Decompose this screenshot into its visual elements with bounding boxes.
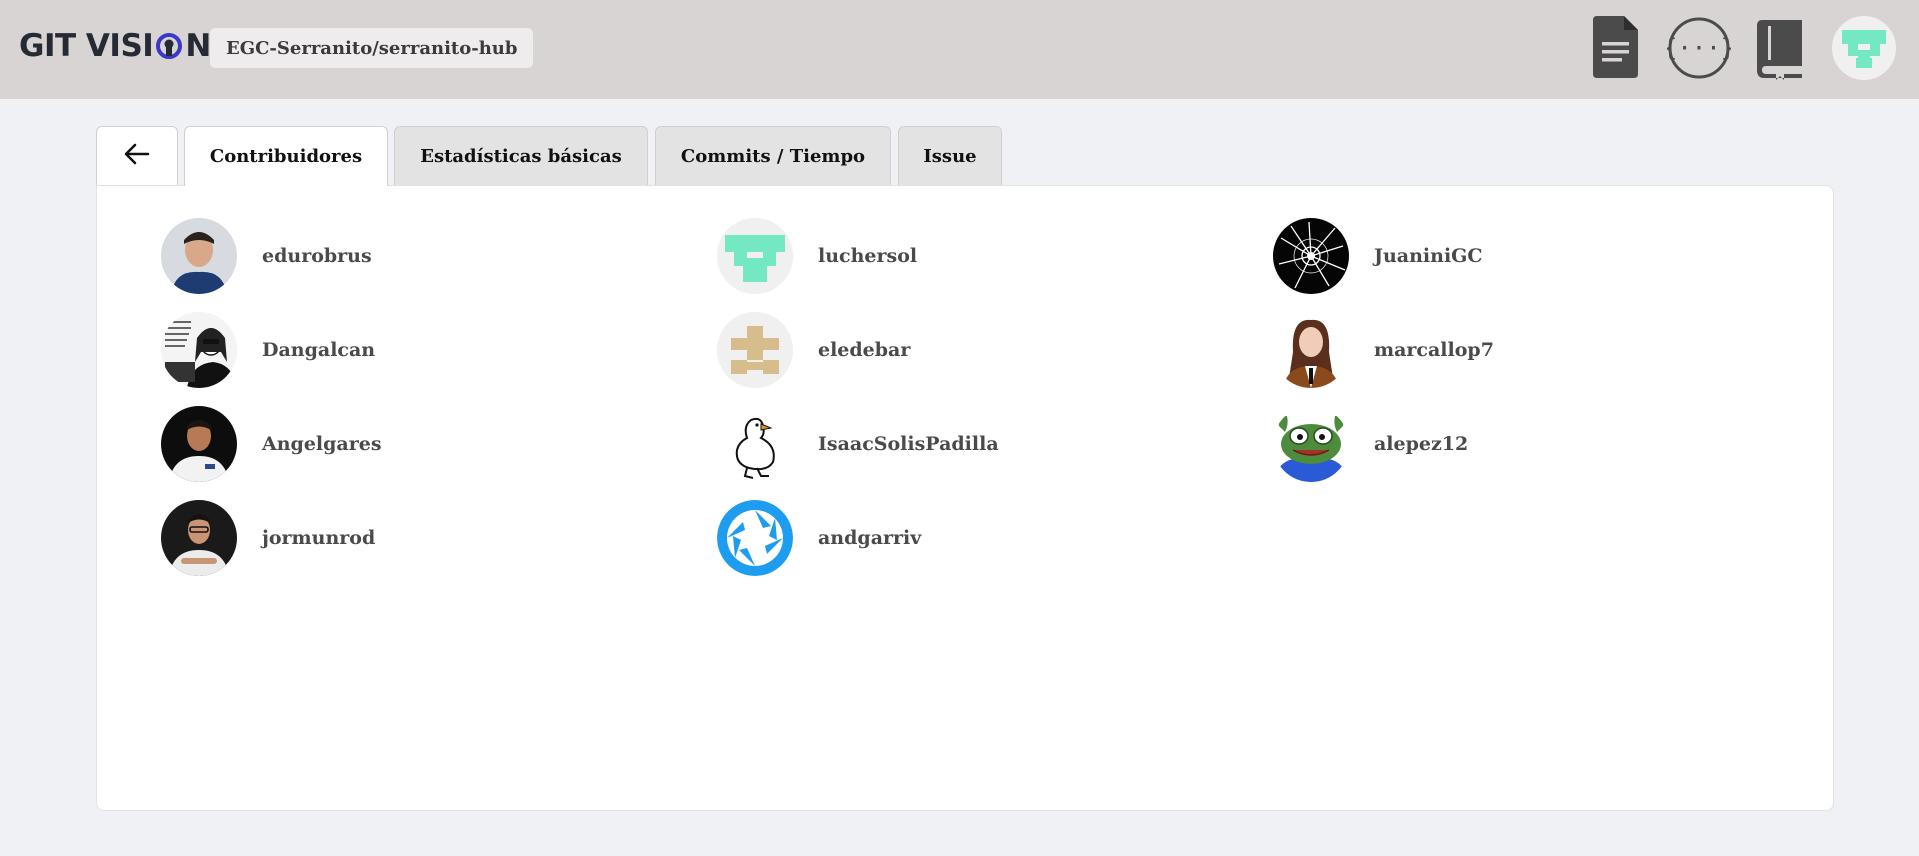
- api-braces-icon[interactable]: {···}: [1667, 16, 1731, 80]
- contributor-item[interactable]: alepez12: [1273, 406, 1468, 482]
- contributor-name: alepez12: [1374, 433, 1469, 455]
- contributors-panel: edurobrus luchersol JuaniniGC Dangalcan …: [96, 185, 1834, 811]
- tab-issue[interactable]: Issue: [898, 126, 1002, 185]
- contributor-name: luchersol: [818, 245, 918, 267]
- avatar-photo: [1273, 312, 1349, 388]
- svg-text:{···}: {···}: [1667, 34, 1731, 62]
- contributor-item[interactable]: edurobrus: [161, 218, 372, 294]
- document-icon[interactable]: [1592, 14, 1640, 80]
- avatar-identicon: [717, 218, 793, 294]
- contributor-name: eledebar: [818, 339, 911, 361]
- contributor-item[interactable]: luchersol: [717, 218, 917, 294]
- avatar-photo: [161, 218, 237, 294]
- contributor-item[interactable]: jormunrod: [161, 500, 375, 576]
- contributor-name: IsaacSolisPadilla: [818, 433, 999, 455]
- tab-contribuidores[interactable]: Contribuidores: [184, 126, 388, 186]
- avatar-frog: [1273, 406, 1349, 482]
- avatar-aperture: [717, 500, 793, 576]
- logo-text-end: N: [185, 28, 211, 64]
- contributor-name: Angelgares: [262, 433, 382, 455]
- contributor-name: jormunrod: [262, 527, 376, 549]
- contributor-item[interactable]: marcallop7: [1273, 312, 1494, 388]
- contributor-name: JuaniniGC: [1374, 245, 1483, 267]
- header: GIT VISI N EGC-Serranito/serranito-hub {…: [0, 0, 1919, 99]
- avatar-photo: [161, 406, 237, 482]
- avatar-sketch: [161, 312, 237, 388]
- octocat-o-icon: [155, 32, 183, 60]
- repo-badge[interactable]: EGC-Serranito/serranito-hub: [210, 28, 534, 68]
- book-icon[interactable]: [1756, 18, 1806, 80]
- contributor-name: edurobrus: [262, 245, 372, 267]
- avatar-identicon: [717, 312, 793, 388]
- logo-text: GIT VISI: [19, 28, 154, 64]
- back-tab[interactable]: [96, 126, 178, 185]
- contributor-item[interactable]: JuaniniGC: [1273, 218, 1483, 294]
- contributor-item[interactable]: IsaacSolisPadilla: [717, 406, 999, 482]
- contributor-item[interactable]: eledebar: [717, 312, 910, 388]
- app-logo[interactable]: GIT VISI N: [19, 26, 211, 66]
- avatar-duck: [717, 406, 793, 482]
- contributor-name: Dangalcan: [262, 339, 376, 361]
- user-avatar[interactable]: [1832, 16, 1896, 80]
- contributor-item[interactable]: Angelgares: [161, 406, 382, 482]
- tab-commits-tiempo[interactable]: Commits / Tiempo: [655, 126, 891, 185]
- contributor-name: andgarriv: [818, 527, 922, 549]
- arrow-left-icon: [124, 143, 150, 170]
- avatar-shattered-glass: [1273, 218, 1349, 294]
- avatar-photo: [161, 500, 237, 576]
- contributor-item[interactable]: andgarriv: [717, 500, 921, 576]
- contributor-item[interactable]: Dangalcan: [161, 312, 375, 388]
- tab-estadisticas[interactable]: Estadísticas básicas: [394, 126, 648, 185]
- contributor-name: marcallop7: [1374, 339, 1494, 361]
